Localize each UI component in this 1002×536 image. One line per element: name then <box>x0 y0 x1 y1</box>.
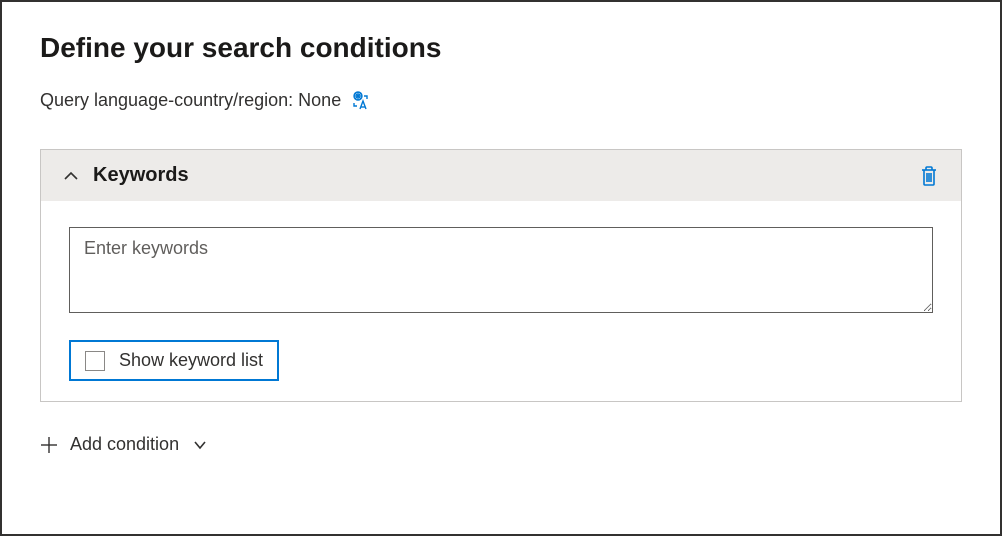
query-language-label: Query language-country/region: None <box>40 90 341 111</box>
add-condition-button[interactable]: Add condition <box>40 430 207 459</box>
query-language-row: Query language-country/region: None <box>40 90 962 111</box>
page-title: Define your search conditions <box>40 32 962 64</box>
keywords-input[interactable] <box>69 227 933 313</box>
show-keyword-list-checkbox[interactable] <box>85 351 105 371</box>
condition-header: Keywords <box>41 150 961 201</box>
plus-icon <box>40 436 58 454</box>
show-keyword-list-container[interactable]: Show keyword list <box>69 340 279 381</box>
keywords-condition-card: Keywords Show keyword list <box>40 149 962 402</box>
show-keyword-list-label[interactable]: Show keyword list <box>119 350 263 371</box>
condition-body: Show keyword list <box>41 201 961 401</box>
chevron-up-icon[interactable] <box>63 170 79 182</box>
condition-title: Keywords <box>93 164 189 187</box>
add-condition-label: Add condition <box>70 434 179 455</box>
chevron-down-icon <box>193 440 207 450</box>
translate-icon[interactable] <box>351 91 371 111</box>
trash-icon[interactable] <box>919 165 939 187</box>
